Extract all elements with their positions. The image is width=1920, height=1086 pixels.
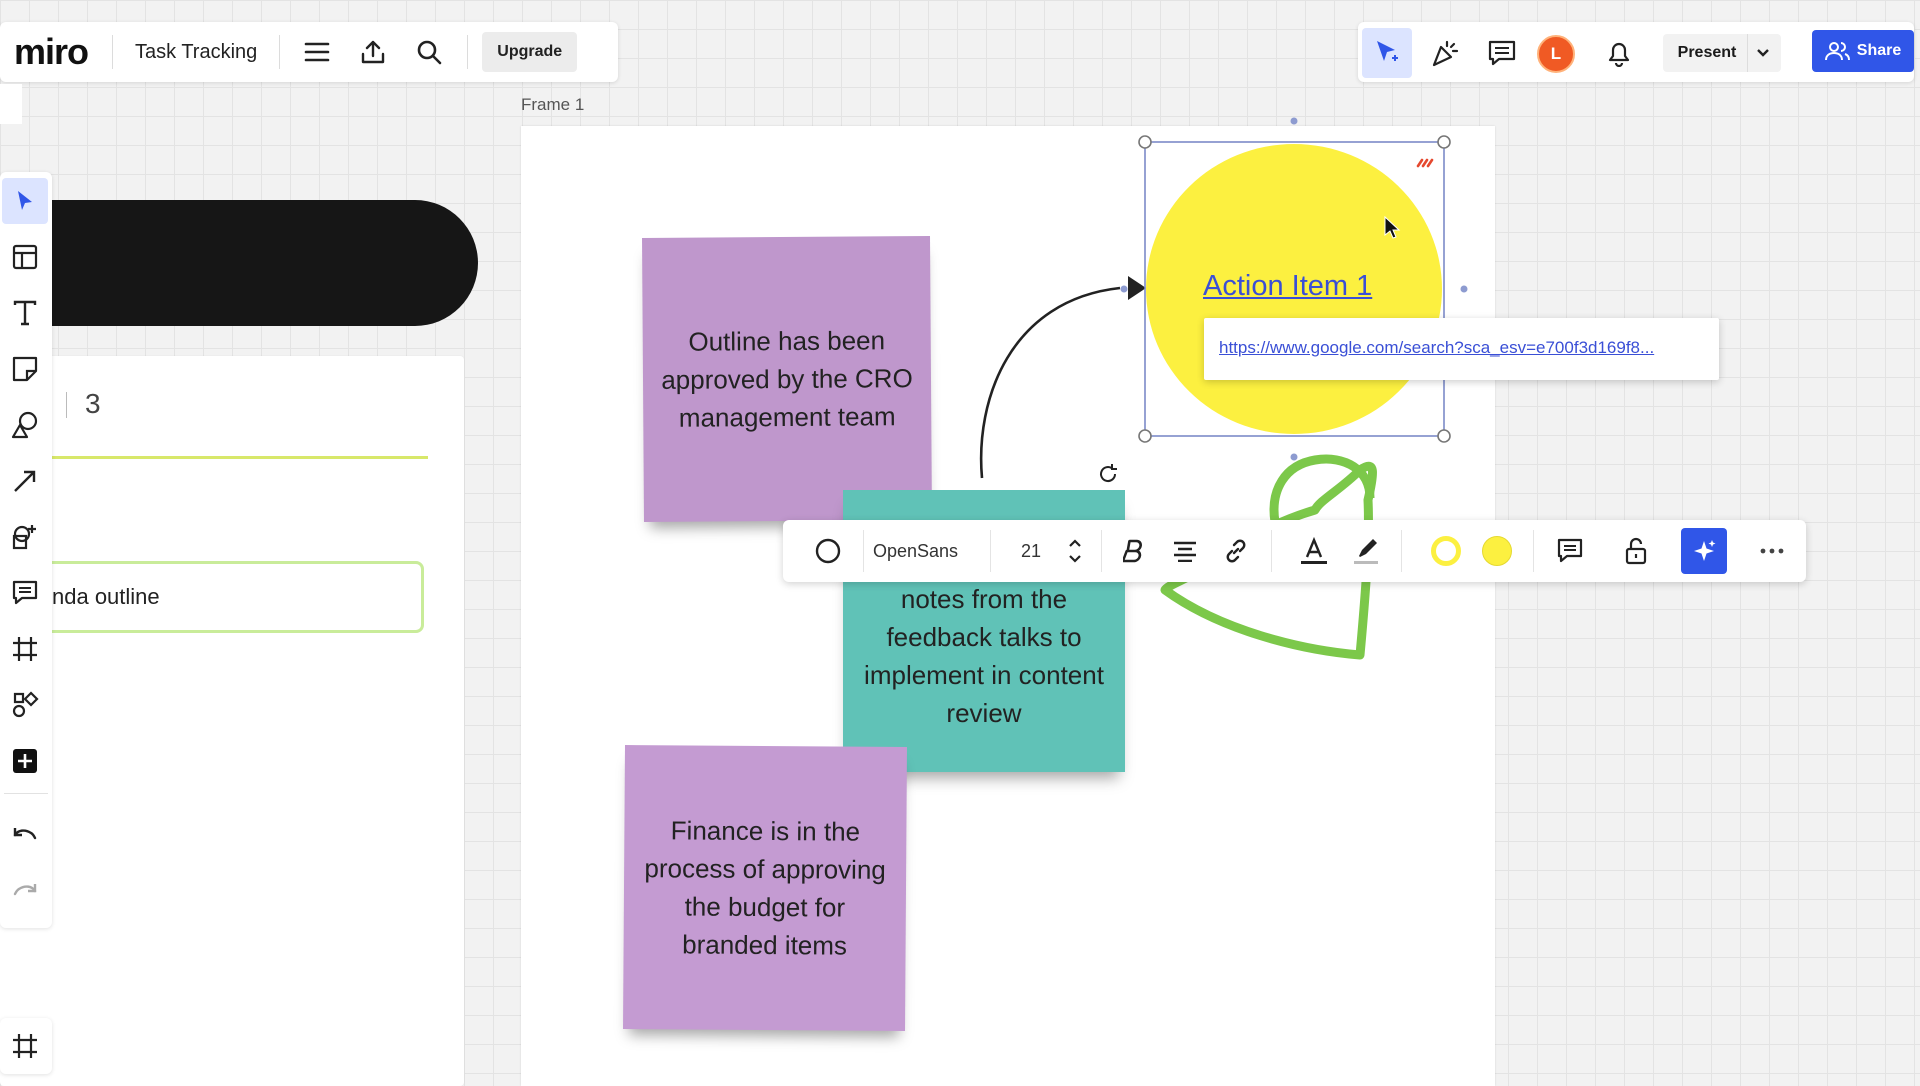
font-family-value: OpenSans [873, 540, 959, 561]
shape-type-button[interactable] [805, 528, 851, 574]
sticky-note[interactable]: Outline has been approved by the CRO man… [642, 235, 932, 523]
sticky-note-text: Outline has been approved by the CRO man… [661, 325, 913, 433]
comment-button[interactable] [1547, 528, 1593, 574]
highlighter-icon [1354, 539, 1378, 564]
unlock-icon [1625, 537, 1647, 565]
link-preview: https://www.google.com/search?sca_esv=e7… [1204, 318, 1719, 380]
action-item-title[interactable]: Action Item 1 [1203, 270, 1372, 303]
sticky-note-text: notes from the feedback talks to impleme… [864, 584, 1104, 728]
ai-assist-button[interactable] [1681, 528, 1727, 574]
ellipsis-icon [1760, 548, 1784, 554]
toolbar-divider [1101, 530, 1102, 572]
toolbar-divider [990, 530, 991, 572]
connector-arrowhead [1128, 276, 1146, 300]
bold-icon [1123, 539, 1142, 563]
link-button[interactable] [1213, 528, 1259, 574]
app-badge-icon [1411, 152, 1439, 174]
highlight-button[interactable] [1343, 528, 1389, 574]
font-size-input[interactable]: 21 [1001, 528, 1061, 574]
format-toolbar: OpenSans 21 [783, 520, 1806, 582]
sparkle-icon [1694, 540, 1716, 561]
link-icon [1226, 539, 1246, 563]
font-family-select[interactable]: OpenSans [873, 528, 983, 574]
mouse-cursor-icon [1383, 215, 1403, 240]
connector-arrow-line [979, 286, 1121, 479]
align-button[interactable] [1162, 528, 1208, 574]
comment-icon [1557, 538, 1583, 563]
stepper-arrows-icon [1069, 539, 1081, 563]
text-color-icon [1301, 536, 1327, 564]
toolbar-divider [1533, 530, 1534, 572]
toolbar-divider [863, 530, 864, 572]
toolbar-divider [1271, 530, 1272, 572]
fill-color-swatch [1482, 536, 1512, 566]
link-url[interactable]: https://www.google.com/search?sca_esv=e7… [1219, 338, 1654, 358]
border-color-button[interactable] [1423, 528, 1469, 574]
rotate-handle-icon[interactable] [1096, 462, 1120, 486]
sticky-note-text: Finance is in the process of approving t… [644, 815, 886, 961]
green-freehand-loop [1269, 454, 1375, 523]
bold-button[interactable] [1111, 528, 1157, 574]
align-center-icon [1174, 541, 1196, 562]
border-color-swatch [1431, 536, 1461, 566]
fill-color-button[interactable] [1474, 528, 1520, 574]
more-options-button[interactable] [1749, 528, 1795, 574]
text-color-button[interactable] [1291, 528, 1337, 574]
font-size-value: 21 [1020, 540, 1042, 561]
sticky-note[interactable]: Finance is in the process of approving t… [623, 745, 907, 1031]
font-size-stepper[interactable] [1061, 528, 1089, 574]
lock-button[interactable] [1613, 528, 1659, 574]
circle-shape-icon [815, 538, 841, 564]
toolbar-divider [1401, 530, 1402, 572]
